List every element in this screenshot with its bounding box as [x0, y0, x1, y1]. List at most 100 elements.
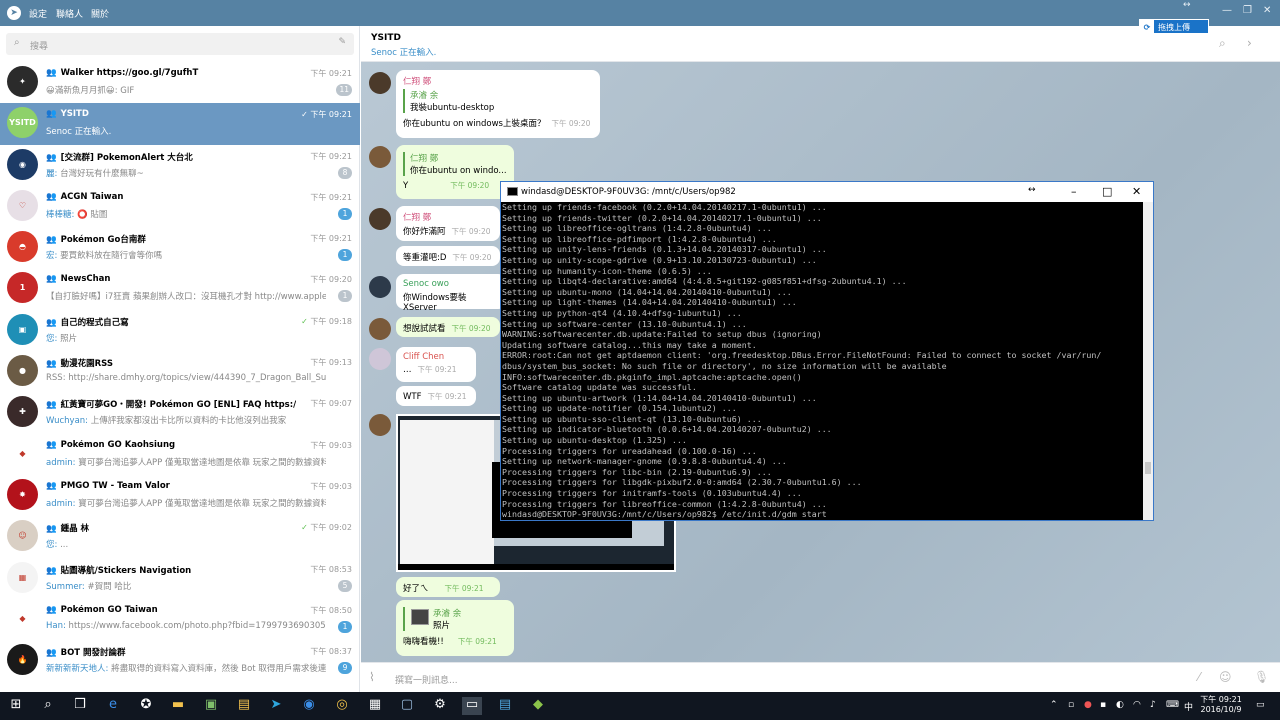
telegram-icon[interactable]: ➤: [266, 697, 286, 715]
wifi-icon[interactable]: ◠: [1133, 700, 1141, 710]
settings-gear-icon[interactable]: ⚙: [430, 697, 450, 715]
terminal-maximize-icon[interactable]: □: [1102, 185, 1112, 198]
chat-item[interactable]: ✚ 👥 紅黃寶可夢GO・開發! Pokémon GO [ENL] FAQ https…: [0, 392, 360, 433]
terminal-output[interactable]: Setting up friends-facebook (0.2.0+14.04…: [501, 202, 1141, 520]
avatar[interactable]: [369, 276, 391, 298]
message-bubble[interactable]: 仁翔 鄭 你好炸滿阿 下午 09:20: [396, 206, 500, 241]
terminal-taskbar-icon[interactable]: ▭: [462, 697, 482, 715]
message-input[interactable]: 撰寫一則訊息...: [395, 673, 458, 686]
search-input[interactable]: 搜尋: [30, 39, 48, 52]
volume-icon[interactable]: ♪: [1150, 700, 1156, 710]
chat-item[interactable]: ▦ 👥 貼圖導航/Stickers Navigation 下午 08:53 Summer…: [0, 558, 360, 599]
restore-icon[interactable]: ❐: [1243, 5, 1252, 16]
terminal-icon: [507, 187, 518, 196]
chat-item[interactable]: 🔥 👥 BOT 開發討論群 下午 08:37 新新新新天地人: 將盡取得的資料寫入資料庫…: [0, 640, 360, 681]
terminal-title-bar[interactable]: windasd@DESKTOP-9F0UV3G: /mnt/c/Users/op…: [501, 182, 1153, 202]
attach-icon[interactable]: ⌇: [369, 670, 375, 684]
emoji-icon[interactable]: ☺: [1219, 670, 1232, 684]
app-icon[interactable]: ▦: [365, 697, 385, 715]
chat-item[interactable]: ☺ 👥 鍾晶 林 ✓ 下午 09:02 您: ...: [0, 516, 360, 557]
message-bubble[interactable]: Senoc owo 你Windows要裝XServer: [396, 274, 506, 313]
menu-contacts[interactable]: 聯絡人: [56, 7, 83, 20]
message-bubble[interactable]: 想說試試看 下午 09:20: [396, 317, 500, 337]
message-bubble[interactable]: 仁翔 鄭 你在ubuntu on windo... Y 下午 09:20: [396, 145, 514, 199]
app-icon[interactable]: ▣: [201, 697, 221, 715]
chat-item[interactable]: ✦ 👥 Walker https://goo.gl/7gufhT 下午 09:21 😀滿…: [0, 62, 360, 103]
chat-time-text: 下午 09:21: [310, 110, 352, 120]
minimize-icon[interactable]: —: [1222, 5, 1232, 16]
chat-item[interactable]: 1 👥 NewsChan 下午 09:20 【自打臉好嗎】i7狂賣 蘋果創辦人改口：沒耳…: [0, 268, 360, 309]
app-icon[interactable]: ◆: [528, 697, 548, 715]
reply-quote[interactable]: 承濬 余 我裝ubuntu-desktop: [403, 89, 593, 113]
avatar[interactable]: [369, 208, 391, 230]
search-box[interactable]: ⌕ 搜尋 ✎: [6, 33, 354, 55]
bot-command-icon[interactable]: ⁄: [1198, 670, 1200, 684]
more-chevron-icon[interactable]: ›: [1247, 36, 1252, 50]
avatar[interactable]: [369, 146, 391, 168]
terminal-window[interactable]: windasd@DESKTOP-9F0UV3G: /mnt/c/Users/op…: [500, 181, 1154, 521]
message-time: 下午 09:20: [451, 227, 491, 236]
message-bubble[interactable]: 好了ㄟ 下午 09:21: [396, 577, 500, 597]
chat-item[interactable]: ◉ 👥 [交流群] PokemonAlert 大台北 下午 09:21 麗: 台灣好玩有…: [0, 145, 360, 186]
message-bubble[interactable]: 仁翔 鄭 承濬 余 我裝ubuntu-desktop 你在ubuntu on w…: [396, 70, 600, 138]
message-bubble[interactable]: WTF 下午 09:21: [396, 386, 476, 406]
tray-icon[interactable]: ▫: [1068, 700, 1074, 710]
avatar[interactable]: [369, 318, 391, 340]
terminal-scrollbar[interactable]: [1143, 202, 1153, 520]
search-icon[interactable]: ⌕: [38, 697, 58, 715]
app-icon[interactable]: ▢: [397, 697, 417, 715]
thumbnail-taskbar: [398, 564, 674, 570]
chat-preview: 您: 照片: [46, 332, 326, 344]
task-view-icon[interactable]: ❒: [70, 697, 90, 715]
avatar: YSITD: [7, 107, 38, 139]
compose-pencil-icon[interactable]: ✎: [338, 37, 346, 47]
preview-sender: Summer:: [46, 581, 85, 592]
chat-name-text: 紅黃寶可夢GO・開發! Pokémon GO [ENL] FAQ https:/…: [60, 400, 296, 411]
terminal-minimize-icon[interactable]: –: [1071, 185, 1077, 198]
chat-item[interactable]: ◓ 👥 Pokémon Go台南群 下午 09:21 宏: 要買飲料放在隨行會等你嗎 1: [0, 227, 360, 268]
message-bubble[interactable]: 等重灌吧:D 下午 09:20: [396, 246, 500, 266]
file-explorer-icon[interactable]: ▬: [168, 697, 188, 715]
tray-chevron-icon[interactable]: ⌃: [1050, 700, 1058, 710]
tray-icon[interactable]: ●: [1084, 700, 1092, 710]
terminal-close-icon[interactable]: ✕: [1132, 185, 1141, 198]
clock[interactable]: 下午 09:21 2016/10/9: [1196, 695, 1246, 715]
menu-settings[interactable]: 設定: [29, 7, 47, 20]
app-icon[interactable]: ▤: [234, 697, 254, 715]
chat-item[interactable]: ✸ 👥 PMGO TW - Team Valor 下午 09:03 admin: 寶可夢…: [0, 475, 360, 516]
scrollbar-thumb[interactable]: [1145, 462, 1151, 474]
app-icon[interactable]: ✪: [136, 697, 156, 715]
chat-item[interactable]: YSITD 👥 YSITD ✓ 下午 09:21 Senoc 正在輸入.: [0, 103, 360, 145]
close-icon[interactable]: ✕: [1263, 5, 1271, 16]
search-icon[interactable]: ⌕: [1219, 36, 1226, 51]
chat-time-text: 下午 09:03: [310, 440, 352, 450]
avatar[interactable]: [369, 72, 391, 94]
reply-quote[interactable]: 仁翔 鄭 你在ubuntu on windo...: [403, 152, 507, 176]
drag-upload-button[interactable]: ⟳ 拖拽上傳: [1139, 19, 1209, 34]
chat-item[interactable]: ● 👥 動漫花園RSS 下午 09:13 RSS: http://share.dmhy.…: [0, 351, 360, 392]
edge-icon[interactable]: e: [103, 697, 123, 715]
menu-about[interactable]: 關於: [91, 7, 109, 20]
chat-preview: Summer: #賀問 哈比: [46, 580, 326, 592]
avatar[interactable]: [369, 414, 391, 436]
keyboard-icon[interactable]: ⌨: [1166, 700, 1179, 710]
chat-time: 下午 09:03: [310, 440, 352, 451]
avatar[interactable]: [369, 348, 391, 370]
notification-icon[interactable]: ▭: [1256, 700, 1265, 710]
chat-name-text: Pokémon Go台南群: [60, 235, 146, 246]
microphone-icon[interactable]: 🎙: [1254, 670, 1269, 684]
chat-item[interactable]: ◆ 👥 Pokémon GO Kaohsiung 下午 09:03 admin: 寶可夢…: [0, 434, 360, 475]
windows-start-icon[interactable]: ⊞: [6, 697, 26, 715]
reply-quote[interactable]: 承濬 余 照片: [403, 607, 507, 631]
message-bubble[interactable]: Cliff Chen … 下午 09:21: [396, 347, 476, 382]
app-icon[interactable]: ◉: [299, 697, 319, 715]
chat-item[interactable]: ◆ 👥 Pokémon GO Taiwan 下午 08:50 Han: https://…: [0, 599, 360, 640]
tray-icon[interactable]: ▪: [1100, 700, 1106, 710]
chrome-icon[interactable]: ◎: [332, 697, 352, 715]
app-icon[interactable]: ▤: [495, 697, 515, 715]
tray-icon[interactable]: ◐: [1116, 700, 1124, 710]
chat-item[interactable]: ▣ 👥 自己的程式自己寫 ✓ 下午 09:18 您: 照片: [0, 310, 360, 351]
chat-item[interactable]: ♡ 👥 ACGN Taiwan 下午 09:21 棒棒糖: ⭕ 貼圖 1: [0, 186, 360, 227]
message-bubble[interactable]: 承濬 余 照片 嗨嗨看機!! 下午 09:21: [396, 600, 514, 656]
ime-icon[interactable]: 中: [1184, 700, 1193, 713]
